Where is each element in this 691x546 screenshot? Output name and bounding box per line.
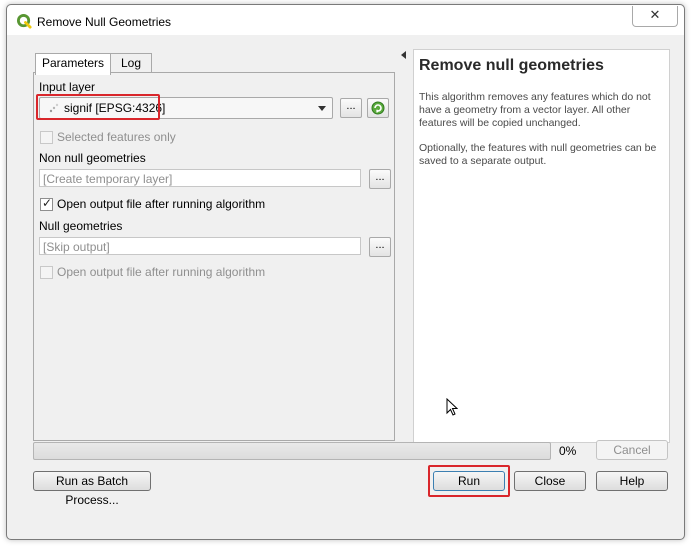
help-button[interactable]: Help [596,471,668,491]
parameters-panel: Input layer signif [EPSG:4326] ... Selec… [33,72,395,441]
run-button-highlight [428,465,510,497]
dialog-body: Parameters Log Input layer signif [EPSG:… [15,35,676,531]
tab-parameters[interactable]: Parameters [35,53,111,75]
non-null-output-placeholder: [Create temporary layer] [43,172,173,186]
help-title: Remove null geometries [419,57,604,74]
window-title: Remove Null Geometries [37,15,172,29]
iterate-green-icon [371,101,385,115]
input-layer-highlight [36,94,160,120]
close-button[interactable]: Close [514,471,586,491]
null-browse-button[interactable]: ... [369,237,391,257]
run-batch-button[interactable]: Run as Batch Process... [33,471,151,507]
ellipsis-icon: ... [375,239,385,251]
progress-percent: 0% [559,444,577,458]
iterate-button[interactable] [367,98,389,118]
help-panel: Remove null geometries This algorithm re… [413,49,670,443]
window-close-button[interactable]: ✕ [632,6,678,27]
null-output-field[interactable]: [Skip output] [39,237,361,255]
close-icon: ✕ [649,7,661,22]
open-output-1-label: Open output file after running algorithm [57,197,266,211]
dialog-window: Remove Null Geometries ✕ Parameters Log … [6,4,685,540]
progress-bar [33,442,551,460]
input-layer-label: Input layer [39,80,96,94]
selected-only-checkbox[interactable] [40,131,53,144]
checkmark-icon: ✓ [42,196,53,210]
help-description: This algorithm removes any features whic… [419,91,651,129]
open-output-2-checkbox[interactable] [40,266,53,279]
non-null-browse-button[interactable]: ... [369,169,391,189]
help-optional-note: Optionally, the features with null geome… [419,142,657,167]
help-button-label: Help [619,474,645,488]
chevron-down-icon [318,106,326,111]
close-button-label: Close [534,474,566,488]
input-layer-browse-button[interactable]: ... [340,98,362,118]
parameters-scroll-area[interactable]: Input layer signif [EPSG:4326] ... Selec… [34,73,394,440]
ellipsis-icon: ... [375,171,385,183]
mouse-cursor-icon [446,398,458,416]
title-bar: Remove Null Geometries ✕ [7,5,684,35]
tab-parameters-label: Parameters [41,56,105,70]
open-output-1-checkbox[interactable]: ✓ [40,196,53,211]
null-output-placeholder: [Skip output] [43,240,110,254]
null-geometries-label: Null geometries [39,219,123,233]
selected-only-label: Selected features only [57,130,176,144]
tab-log[interactable]: Log [110,53,152,74]
non-null-output-field[interactable]: [Create temporary layer] [39,169,361,187]
ellipsis-icon: ... [346,100,356,112]
qgis-logo-icon [17,14,32,29]
cancel-button[interactable]: Cancel [596,440,668,460]
run-batch-label: Run as Batch Process... [55,474,129,507]
cancel-button-label: Cancel [613,443,651,457]
tab-log-label: Log [120,56,142,70]
open-output-2-label: Open output file after running algorithm [57,265,266,279]
collapse-help-arrow-icon[interactable] [401,51,406,59]
non-null-geometries-label: Non null geometries [39,151,146,165]
